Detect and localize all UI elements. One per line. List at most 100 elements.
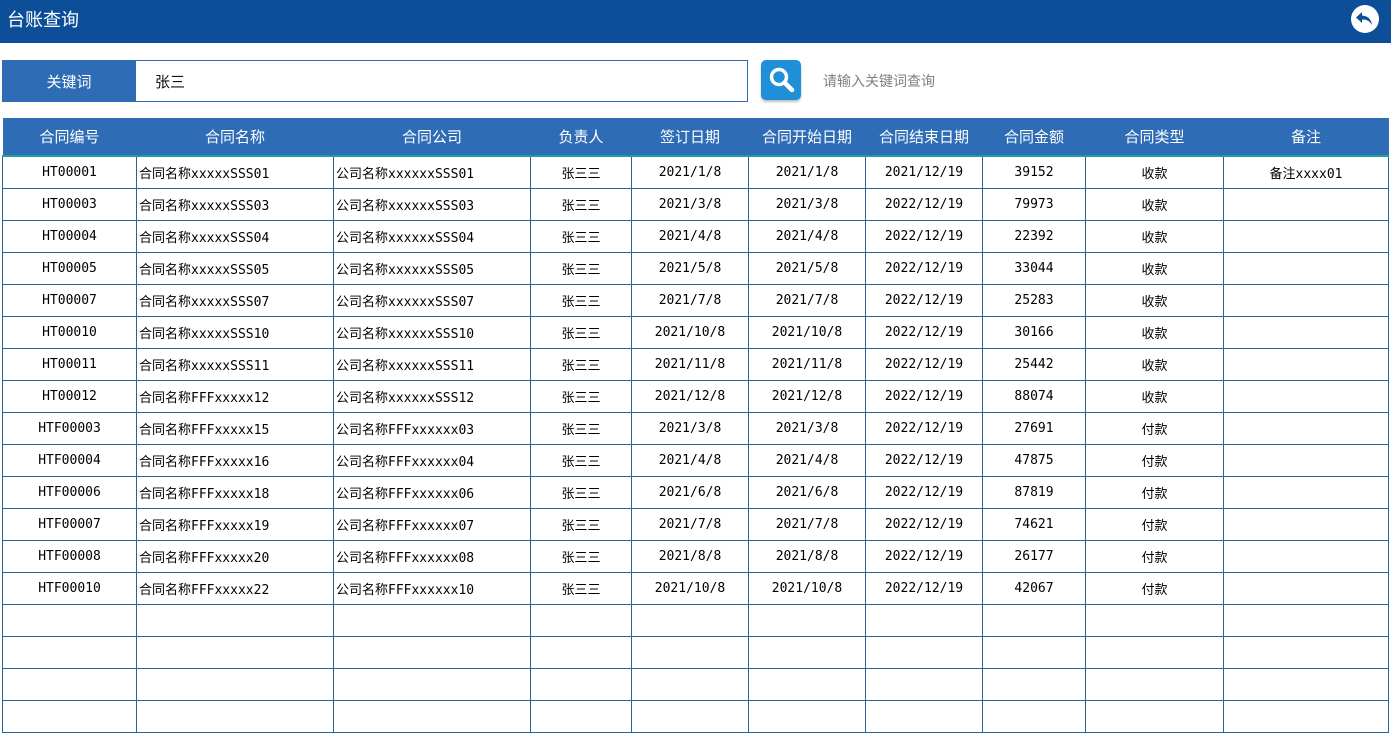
cell-company[interactable]: 公司名称xxxxxxSSS04 <box>333 220 531 253</box>
cell-remark[interactable] <box>1223 220 1389 253</box>
cell-remark[interactable] <box>1223 540 1389 573</box>
cell-remark[interactable]: 备注xxxx01 <box>1223 155 1389 189</box>
cell-contract-no[interactable] <box>2 668 137 701</box>
cell-company[interactable]: 公司名称xxxxxxSSS10 <box>333 316 531 349</box>
column-header-contract-name[interactable]: 合同名称 <box>136 118 334 157</box>
cell-sign-date[interactable]: 2021/11/8 <box>631 348 749 381</box>
cell-remark[interactable] <box>1223 380 1389 413</box>
cell-sign-date[interactable]: 2021/10/8 <box>631 572 749 605</box>
cell-contract-no[interactable]: HTF00008 <box>2 540 137 573</box>
cell-contract-name[interactable] <box>136 700 334 733</box>
cell-owner[interactable]: 张三三 <box>530 444 632 477</box>
column-header-owner[interactable]: 负责人 <box>530 118 632 157</box>
cell-amount[interactable]: 25442 <box>982 348 1086 381</box>
table-row[interactable]: HTF00003 合同名称FFFxxxxx15 公司名称FFFxxxxxx03 张三三… <box>2 412 1389 445</box>
cell-owner[interactable]: 张三三 <box>530 155 632 189</box>
cell-contract-name[interactable]: 合同名称xxxxxSSS10 <box>136 316 334 349</box>
column-header-contract-no[interactable]: 合同编号 <box>2 118 137 157</box>
cell-owner[interactable]: 张三三 <box>530 284 632 317</box>
cell-start-date[interactable]: 2021/12/8 <box>748 380 866 413</box>
cell-contract-no[interactable]: HT00010 <box>2 316 137 349</box>
cell-sign-date[interactable] <box>631 668 749 701</box>
cell-start-date[interactable]: 2021/10/8 <box>748 316 866 349</box>
cell-sign-date[interactable]: 2021/8/8 <box>631 540 749 573</box>
table-row[interactable]: HT00011 合同名称xxxxxSSS11 公司名称xxxxxxSSS11 张三三 2… <box>2 348 1389 381</box>
cell-start-date[interactable]: 2021/8/8 <box>748 540 866 573</box>
cell-company[interactable]: 公司名称xxxxxxSSS11 <box>333 348 531 381</box>
table-row[interactable]: HT00007 合同名称xxxxxSSS07 公司名称xxxxxxSSS07 张三三 2… <box>2 284 1389 317</box>
cell-type[interactable] <box>1085 700 1224 733</box>
cell-amount[interactable]: 30166 <box>982 316 1086 349</box>
cell-sign-date[interactable] <box>631 700 749 733</box>
cell-contract-no[interactable]: HT00001 <box>2 155 137 189</box>
cell-type[interactable]: 付款 <box>1085 476 1224 509</box>
table-row[interactable]: HTF00007 合同名称FFFxxxxx19 公司名称FFFxxxxxx07 张三三… <box>2 508 1389 541</box>
cell-amount[interactable]: 88074 <box>982 380 1086 413</box>
cell-company[interactable] <box>333 636 531 669</box>
cell-amount[interactable] <box>982 604 1086 637</box>
cell-contract-no[interactable] <box>2 604 137 637</box>
cell-sign-date[interactable]: 2021/4/8 <box>631 220 749 253</box>
cell-owner[interactable] <box>530 636 632 669</box>
cell-contract-name[interactable]: 合同名称FFFxxxxx16 <box>136 444 334 477</box>
cell-end-date[interactable] <box>865 604 983 637</box>
cell-type[interactable]: 付款 <box>1085 540 1224 573</box>
cell-contract-no[interactable]: HT00012 <box>2 380 137 413</box>
cell-contract-no[interactable]: HTF00007 <box>2 508 137 541</box>
cell-type[interactable]: 收款 <box>1085 220 1224 253</box>
cell-owner[interactable]: 张三三 <box>530 348 632 381</box>
cell-contract-no[interactable]: HT00005 <box>2 252 137 285</box>
cell-owner[interactable] <box>530 700 632 733</box>
cell-company[interactable]: 公司名称xxxxxxSSS07 <box>333 284 531 317</box>
cell-end-date[interactable]: 2022/12/19 <box>865 540 983 573</box>
cell-start-date[interactable]: 2021/7/8 <box>748 284 866 317</box>
cell-end-date[interactable]: 2022/12/19 <box>865 572 983 605</box>
cell-remark[interactable] <box>1223 668 1389 701</box>
table-row[interactable] <box>2 636 1389 669</box>
cell-remark[interactable] <box>1223 604 1389 637</box>
cell-owner[interactable] <box>530 668 632 701</box>
column-header-company[interactable]: 合同公司 <box>333 118 531 157</box>
cell-end-date[interactable]: 2022/12/19 <box>865 188 983 221</box>
table-row[interactable]: HT00010 合同名称xxxxxSSS10 公司名称xxxxxxSSS10 张三三 2… <box>2 316 1389 349</box>
cell-owner[interactable] <box>530 604 632 637</box>
cell-amount[interactable]: 87819 <box>982 476 1086 509</box>
cell-sign-date[interactable]: 2021/7/8 <box>631 284 749 317</box>
cell-remark[interactable] <box>1223 572 1389 605</box>
cell-sign-date[interactable]: 2021/7/8 <box>631 508 749 541</box>
cell-remark[interactable] <box>1223 348 1389 381</box>
cell-start-date[interactable] <box>748 604 866 637</box>
cell-end-date[interactable]: 2022/12/19 <box>865 412 983 445</box>
cell-remark[interactable] <box>1223 508 1389 541</box>
cell-contract-no[interactable]: HTF00010 <box>2 572 137 605</box>
cell-sign-date[interactable]: 2021/6/8 <box>631 476 749 509</box>
cell-start-date[interactable]: 2021/3/8 <box>748 412 866 445</box>
cell-amount[interactable]: 39152 <box>982 155 1086 189</box>
cell-type[interactable]: 收款 <box>1085 348 1224 381</box>
cell-sign-date[interactable]: 2021/3/8 <box>631 412 749 445</box>
cell-contract-no[interactable] <box>2 700 137 733</box>
cell-amount[interactable]: 42067 <box>982 572 1086 605</box>
cell-end-date[interactable] <box>865 700 983 733</box>
cell-end-date[interactable] <box>865 668 983 701</box>
cell-contract-no[interactable]: HTF00004 <box>2 444 137 477</box>
cell-start-date[interactable]: 2021/7/8 <box>748 508 866 541</box>
cell-sign-date[interactable]: 2021/5/8 <box>631 252 749 285</box>
cell-amount[interactable] <box>982 700 1086 733</box>
cell-end-date[interactable]: 2022/12/19 <box>865 476 983 509</box>
cell-owner[interactable]: 张三三 <box>530 412 632 445</box>
column-header-remark[interactable]: 备注 <box>1223 118 1389 157</box>
cell-contract-name[interactable]: 合同名称FFFxxxxx15 <box>136 412 334 445</box>
cell-owner[interactable]: 张三三 <box>530 380 632 413</box>
cell-amount[interactable]: 33044 <box>982 252 1086 285</box>
cell-contract-no[interactable]: HTF00003 <box>2 412 137 445</box>
cell-owner[interactable]: 张三三 <box>530 508 632 541</box>
cell-contract-name[interactable]: 合同名称xxxxxSSS04 <box>136 220 334 253</box>
cell-company[interactable] <box>333 604 531 637</box>
cell-amount[interactable] <box>982 636 1086 669</box>
cell-remark[interactable] <box>1223 316 1389 349</box>
cell-owner[interactable]: 张三三 <box>530 476 632 509</box>
cell-remark[interactable] <box>1223 188 1389 221</box>
cell-type[interactable] <box>1085 636 1224 669</box>
cell-end-date[interactable]: 2022/12/19 <box>865 284 983 317</box>
